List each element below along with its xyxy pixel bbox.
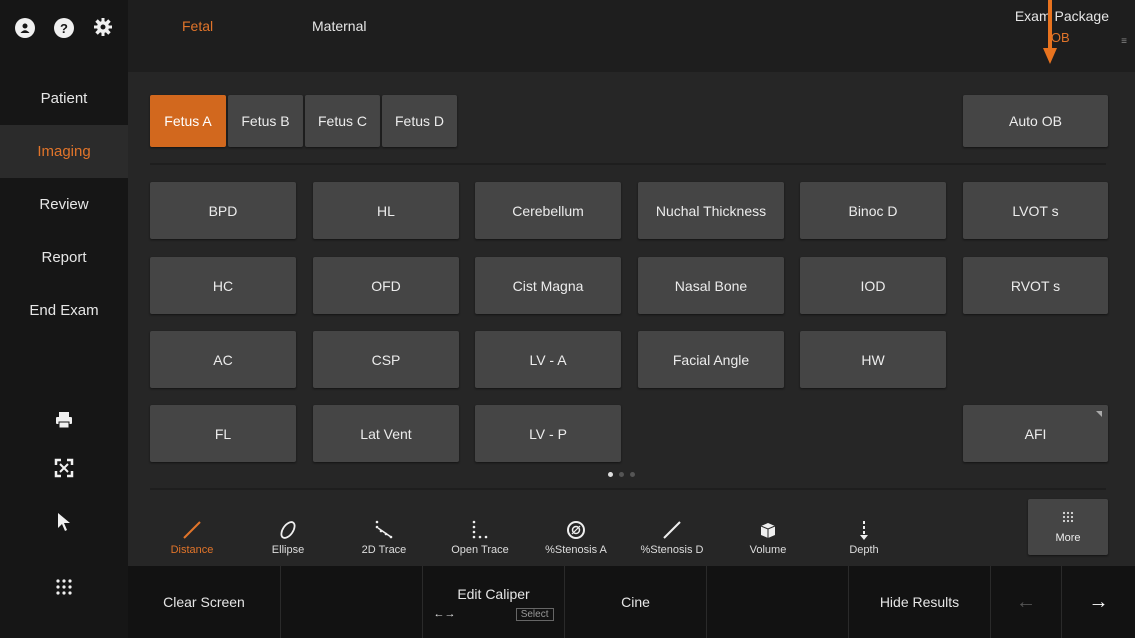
stenosis-diameter-icon xyxy=(661,516,683,544)
auto-ob-button[interactable]: Auto OB xyxy=(963,95,1108,147)
forward-arrow-icon[interactable]: → xyxy=(1062,566,1135,638)
measure-afi-label: AFI xyxy=(1024,425,1047,442)
tool-stenosis-a-label: %Stenosis A xyxy=(545,544,607,556)
tool-ellipse[interactable]: Ellipse xyxy=(246,500,330,556)
tool-stenosis-d-label: %Stenosis D xyxy=(640,544,704,556)
empty-softkey[interactable] xyxy=(707,566,849,638)
measure-rvot-s-button[interactable]: RVOT s xyxy=(963,257,1108,314)
bottom-bar: Clear Screen Edit Caliper ←→ Select Cine… xyxy=(128,566,1135,638)
measure-bpd-button[interactable]: BPD xyxy=(150,182,296,239)
caliper-toolbar: Distance Ellipse 2D Trace Open Trace %St… xyxy=(150,500,940,556)
printer-icon[interactable] xyxy=(0,410,128,430)
measure-csp-button[interactable]: CSP xyxy=(313,331,459,388)
open-trace-icon xyxy=(469,516,491,544)
sidebar-item-end-exam[interactable]: End Exam xyxy=(0,284,128,337)
apps-grid-icon[interactable] xyxy=(0,578,128,596)
left-right-arrows-icon: ←→ xyxy=(433,608,456,620)
page-dot[interactable] xyxy=(608,472,613,477)
help-icon[interactable]: ? xyxy=(53,18,74,38)
top-bar: Fetal Maternal Exam Package OB ≡ xyxy=(128,0,1135,72)
pointer-icon[interactable] xyxy=(0,512,128,532)
tool-stenosis-d[interactable]: %Stenosis D xyxy=(630,500,714,556)
empty-softkey[interactable] xyxy=(281,566,423,638)
sidebar-item-report[interactable]: Report xyxy=(0,231,128,284)
measurement-panel: Fetus A Fetus B Fetus C Fetus D Auto OB … xyxy=(128,72,1135,566)
measure-fl-button[interactable]: FL xyxy=(150,405,296,462)
tool-volume-label: Volume xyxy=(749,544,787,556)
tool-depth-label: Depth xyxy=(849,544,879,556)
select-badge: Select xyxy=(515,607,554,621)
page-dot[interactable] xyxy=(630,472,635,477)
tab-fetus-b[interactable]: Fetus B xyxy=(228,95,303,147)
tab-fetus-c[interactable]: Fetus C xyxy=(305,95,380,147)
measure-hc-button[interactable]: HC xyxy=(150,257,296,314)
measure-binoc-d-button[interactable]: Binoc D xyxy=(800,182,946,239)
measure-afi-button[interactable]: AFI xyxy=(963,405,1108,462)
tab-fetal[interactable]: Fetal xyxy=(182,18,213,34)
measure-lvot-s-button[interactable]: LVOT s xyxy=(963,182,1108,239)
annotation-arrow-icon xyxy=(1043,0,1057,64)
volume-icon xyxy=(757,516,779,544)
measure-ac-button[interactable]: AC xyxy=(150,331,296,388)
trace-2d-icon xyxy=(373,516,395,544)
measure-nuchal-thickness-button[interactable]: Nuchal Thickness xyxy=(638,182,784,239)
measure-iod-button[interactable]: IOD xyxy=(800,257,946,314)
page-dot[interactable] xyxy=(619,472,624,477)
measure-hw-button[interactable]: HW xyxy=(800,331,946,388)
tool-open-trace-label: Open Trace xyxy=(451,544,509,556)
exam-package[interactable]: Exam Package OB xyxy=(1015,8,1109,45)
sidebar-item-patient[interactable]: Patient xyxy=(0,72,128,125)
edit-caliper-label: Edit Caliper xyxy=(457,585,530,602)
measure-hl-button[interactable]: HL xyxy=(313,182,459,239)
more-button[interactable]: More xyxy=(1028,499,1108,555)
settings-icon[interactable] xyxy=(93,17,113,40)
back-arrow-icon[interactable]: ← xyxy=(991,566,1062,638)
measure-lv-a-button[interactable]: LV - A xyxy=(475,331,621,388)
sidebar-item-review[interactable]: Review xyxy=(0,178,128,231)
submenu-corner-icon xyxy=(1096,411,1102,417)
page-indicator xyxy=(608,472,635,477)
sidebar-nav: Patient Imaging Review Report End Exam xyxy=(0,72,128,337)
measure-cist-magna-button[interactable]: Cist Magna xyxy=(475,257,621,314)
divider xyxy=(150,488,1106,490)
tab-fetus-a[interactable]: Fetus A xyxy=(150,95,226,147)
tool-2d-trace-label: 2D Trace xyxy=(361,544,407,556)
measure-lat-vent-button[interactable]: Lat Vent xyxy=(313,405,459,462)
tool-distance-label: Distance xyxy=(170,544,214,556)
tool-ellipse-label: Ellipse xyxy=(271,544,305,556)
menu-icon[interactable]: ≡ xyxy=(1121,36,1127,47)
hide-results-button[interactable]: Hide Results xyxy=(849,566,991,638)
exam-package-label: Exam Package xyxy=(1014,8,1109,24)
sidebar: ? Patient Imaging Review Report End Exam xyxy=(0,0,128,638)
more-grid-icon xyxy=(1062,511,1074,526)
fullscreen-icon[interactable] xyxy=(0,458,128,478)
exam-package-value: OB xyxy=(1050,30,1070,45)
tool-depth[interactable]: Depth xyxy=(822,500,906,556)
clear-screen-button[interactable]: Clear Screen xyxy=(128,566,281,638)
tool-volume[interactable]: Volume xyxy=(726,500,810,556)
sidebar-top-icons: ? xyxy=(0,8,128,48)
ellipse-icon xyxy=(277,516,299,544)
user-icon[interactable] xyxy=(15,18,36,38)
measure-ofd-button[interactable]: OFD xyxy=(313,257,459,314)
distance-icon xyxy=(181,516,203,544)
tab-maternal[interactable]: Maternal xyxy=(312,18,366,34)
tool-distance[interactable]: Distance xyxy=(150,500,234,556)
tab-fetus-d[interactable]: Fetus D xyxy=(382,95,457,147)
measure-nasal-bone-button[interactable]: Nasal Bone xyxy=(638,257,784,314)
tool-2d-trace[interactable]: 2D Trace xyxy=(342,500,426,556)
measure-cerebellum-button[interactable]: Cerebellum xyxy=(475,182,621,239)
depth-icon xyxy=(853,516,875,544)
measure-lv-p-button[interactable]: LV - P xyxy=(475,405,621,462)
sidebar-item-imaging[interactable]: Imaging xyxy=(0,125,128,178)
stenosis-area-icon xyxy=(565,516,587,544)
more-label: More xyxy=(1055,531,1081,544)
divider xyxy=(150,163,1106,165)
tool-open-trace[interactable]: Open Trace xyxy=(438,500,522,556)
edit-caliper-button[interactable]: Edit Caliper ←→ Select xyxy=(423,566,565,638)
tool-stenosis-a[interactable]: %Stenosis A xyxy=(534,500,618,556)
cine-button[interactable]: Cine xyxy=(565,566,707,638)
measure-facial-angle-button[interactable]: Facial Angle xyxy=(638,331,784,388)
